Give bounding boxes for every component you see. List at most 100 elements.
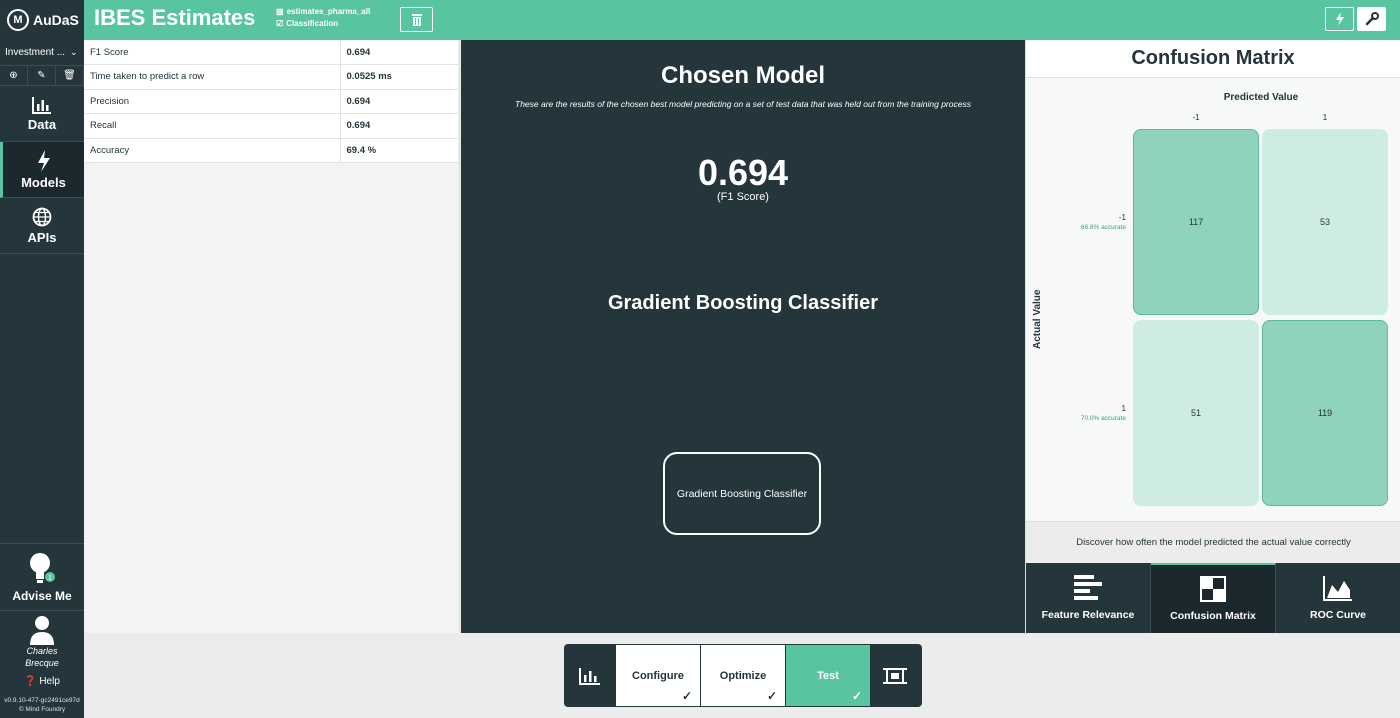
table-row: F1 Score 0.694 xyxy=(84,40,458,65)
table-row: Precision 0.694 xyxy=(84,89,458,114)
confusion-matrix-description: Discover how often the model predicted t… xyxy=(1026,521,1400,563)
row-accuracy: 68.8% accurate xyxy=(1080,224,1126,231)
nav-item-models[interactable]: Models xyxy=(0,142,84,198)
x-axis-label: Predicted Value xyxy=(1223,92,1299,103)
workspace-name: Investment ... xyxy=(5,47,66,58)
advise-me-button[interactable]: 1 Advise Me xyxy=(0,543,84,609)
workspace-select[interactable]: Investment ... ⌄ xyxy=(0,40,84,66)
row-class: 1 xyxy=(1121,404,1126,413)
matrix-cell[interactable]: 119 xyxy=(1262,320,1388,506)
metric-name: F1 Score xyxy=(84,40,340,65)
help-link[interactable]: ❓ Help xyxy=(0,676,84,687)
metric-value: 0.694 xyxy=(339,89,458,114)
check-icon: ✓ xyxy=(681,689,692,703)
nav-item-label: Models xyxy=(21,174,66,190)
metric-value: 69.4 % xyxy=(339,138,458,163)
trash-icon xyxy=(411,14,422,26)
advise-badge: 1 xyxy=(48,575,52,582)
check-icon: ✓ xyxy=(851,689,862,703)
table-row: Accuracy 69.4 % xyxy=(84,138,458,163)
tab-label: Confusion Matrix xyxy=(1170,610,1256,622)
tab-feature-relevance[interactable]: Feature Relevance xyxy=(1026,563,1151,633)
lightning-icon xyxy=(1335,12,1344,26)
check-icon: ✓ xyxy=(766,689,777,703)
feature-bars-icon xyxy=(1074,575,1102,600)
globe-icon xyxy=(32,207,52,226)
metrics-table: F1 Score 0.694 Time taken to predict a ro… xyxy=(84,40,458,163)
confusion-matrix-panel: Confusion Matrix Predicted Value -1 1 Ac… xyxy=(1025,40,1400,633)
row-label: 1 70.0% accurate xyxy=(1046,404,1126,424)
table-row: Time taken to predict a row 0.0525 ms xyxy=(84,64,458,90)
dataset-info: ▥ estimates_pharma_all ☑ Classification xyxy=(276,6,370,30)
confusion-matrix-title: Confusion Matrix xyxy=(1026,40,1400,78)
deploy-frame-icon xyxy=(883,667,907,684)
quick-action-button[interactable] xyxy=(1325,7,1354,31)
trash-icon: 🗑 xyxy=(63,70,76,81)
nav-item-label: APIs xyxy=(27,229,57,245)
matrix-cell[interactable]: 53 xyxy=(1262,129,1388,315)
audas-logo-icon: M xyxy=(7,9,29,31)
edit-workspace-button[interactable]: ✎ xyxy=(28,66,56,85)
panel-subtitle: These are the results of the chosen best… xyxy=(515,99,971,109)
tab-label: ROC Curve xyxy=(1309,609,1366,621)
grid-icon xyxy=(1200,576,1226,602)
version-string: v0.9.10-477-gc2491ce97d xyxy=(4,697,80,704)
step-configure[interactable]: Configure ✓ xyxy=(616,645,700,706)
nav-item-data[interactable]: Data xyxy=(0,86,84,142)
metrics-panel: F1 Score 0.694 Time taken to predict a ro… xyxy=(84,40,460,633)
delete-workspace-button[interactable]: 🗑 xyxy=(56,66,84,85)
workspace-actions: ⊕ ✎ 🗑 xyxy=(0,66,84,86)
area-chart-icon xyxy=(1323,576,1352,601)
user-first-name: Charles xyxy=(26,645,58,656)
metric-value: 0.0525 ms xyxy=(339,64,458,90)
project-title: IBES Estimates xyxy=(94,5,256,30)
panel-title: Chosen Model xyxy=(660,62,825,89)
brand[interactable]: M AuDaS xyxy=(0,0,84,40)
chevron-down-icon: ⌄ xyxy=(70,47,78,57)
table-row: Recall 0.694 xyxy=(84,113,458,139)
step-optimize[interactable]: Optimize ✓ xyxy=(701,645,785,706)
nav-item-label: Data xyxy=(27,116,57,132)
score-label: (F1 Score) xyxy=(717,191,769,203)
results-tabs: Feature Relevance Confusion Matrix ROC C… xyxy=(1026,563,1400,633)
tab-confusion-matrix[interactable]: Confusion Matrix xyxy=(1151,563,1276,633)
advise-me-label: Advise Me xyxy=(12,589,72,603)
lightbulb-icon: 1 xyxy=(30,553,55,583)
row-label: -1 68.8% accurate xyxy=(1046,213,1126,233)
nav-item-apis[interactable]: APIs xyxy=(0,198,84,254)
step-test[interactable]: Test ✓ xyxy=(786,645,870,706)
workflow-stepper: Configure ✓ Optimize ✓ Test ✓ xyxy=(564,644,922,707)
dataset-link[interactable]: ▥ estimates_pharma_all xyxy=(276,6,370,18)
matrix-cell[interactable]: 51 xyxy=(1133,320,1259,506)
chosen-model-panel: Chosen Model These are the results of th… xyxy=(461,40,1025,633)
y-axis-label: Actual Value xyxy=(1032,289,1043,349)
stepper-deploy-button[interactable] xyxy=(870,644,920,707)
confusion-matrix-area: Predicted Value -1 1 Actual Value -1 68.… xyxy=(1026,79,1400,521)
stepper-data-button[interactable] xyxy=(565,644,615,707)
version-info: v0.9.10-477-gc2491ce97d © Mind Foundry xyxy=(0,696,84,714)
row-class: -1 xyxy=(1118,213,1126,222)
task-type: ☑ Classification xyxy=(276,19,339,28)
wrench-icon xyxy=(1365,12,1379,26)
model-button[interactable]: Gradient Boosting Classifier xyxy=(663,452,821,535)
user-profile[interactable]: Charles Brecque xyxy=(0,610,84,672)
copyright: © Mind Foundry xyxy=(18,706,66,713)
column-label: 1 xyxy=(1322,113,1328,122)
user-last-name: Brecque xyxy=(25,657,59,668)
add-workspace-button[interactable]: ⊕ xyxy=(0,66,28,85)
delete-button[interactable] xyxy=(400,7,433,32)
matrix-cell[interactable]: 117 xyxy=(1133,129,1259,315)
help-icon: ❓ xyxy=(24,676,37,687)
row-accuracy: 70.0% accurate xyxy=(1080,415,1126,422)
metric-value: 0.694 xyxy=(339,113,458,139)
tab-roc-curve[interactable]: ROC Curve xyxy=(1276,563,1400,633)
metric-value: 0.694 xyxy=(339,40,458,65)
tab-label: Feature Relevance xyxy=(1041,609,1135,621)
model-name: Gradient Boosting Classifier xyxy=(607,292,879,314)
top-bar: M AuDaS IBES Estimates ▥ estimates_pharma… xyxy=(0,0,1400,40)
settings-button[interactable] xyxy=(1357,7,1386,31)
metric-name: Time taken to predict a row xyxy=(84,64,340,90)
column-label: -1 xyxy=(1192,113,1200,122)
plus-circle-icon: ⊕ xyxy=(9,70,18,81)
checkbox-icon: ☑ xyxy=(276,19,284,28)
